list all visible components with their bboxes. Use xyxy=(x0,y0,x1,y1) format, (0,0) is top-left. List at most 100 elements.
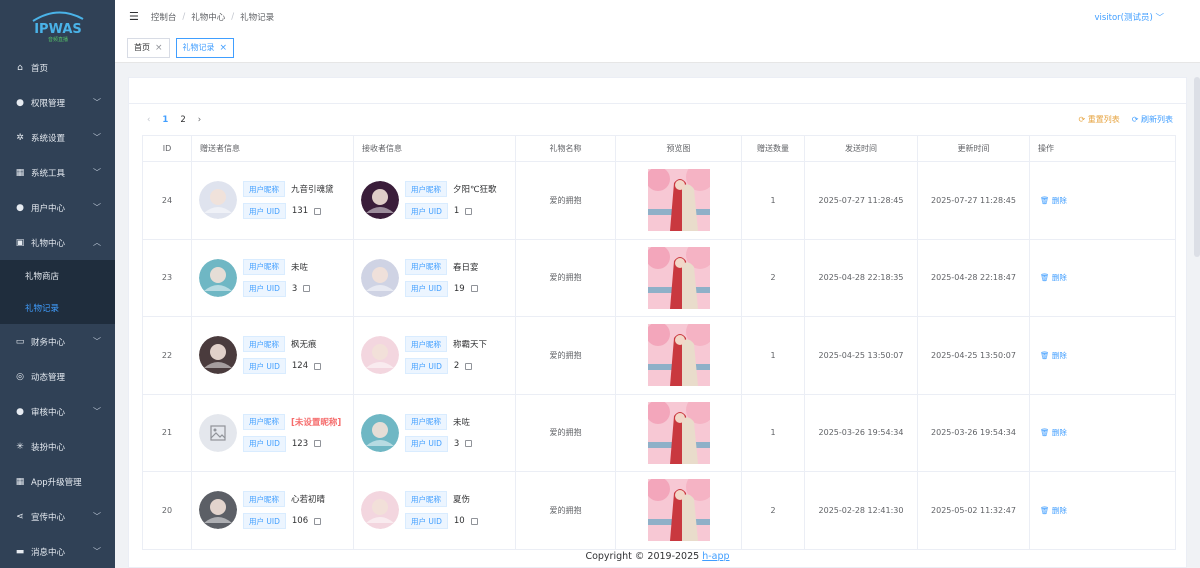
sidebar-item-dress[interactable]: ✳ 装扮中心 xyxy=(0,429,115,464)
sidebar-item-appupgrade[interactable]: ▦ App升级管理 xyxy=(0,464,115,499)
table-row: 23 用户昵称 未咗 用户 UID 3 用户昵称 春日宴 用户 UID 19 爱… xyxy=(142,238,1176,317)
sidebar-item-dynamic[interactable]: ◎ 动态管理 xyxy=(0,359,115,394)
gift-preview-image[interactable] xyxy=(647,401,710,464)
delete-button[interactable]: 🗑 删除 xyxy=(1040,196,1067,205)
delete-label: 删除 xyxy=(1051,195,1067,205)
copy-icon[interactable] xyxy=(465,440,473,448)
sidebar-item-label: 装扮中心 xyxy=(31,442,66,453)
sidebar-item-finance[interactable]: ▭ 财务中心 ﹀ xyxy=(0,324,115,359)
tag-gift-record[interactable]: 礼物记录 × xyxy=(175,37,235,58)
updated-time-cell: 2025-05-02 11:32:47 xyxy=(917,471,1030,550)
footer-link[interactable]: h-app xyxy=(702,551,729,562)
chevron-down-icon: ﹀ xyxy=(93,337,101,346)
page-number[interactable]: 1 xyxy=(162,115,168,125)
sender-cell: 用户昵称 未咗 用户 UID 3 xyxy=(191,238,354,317)
sidebar-item-msg[interactable]: ▬ 消息中心 ﹀ xyxy=(0,534,115,568)
sidebar-item-tools[interactable]: ▦ 系统工具 ﹀ xyxy=(0,155,115,190)
gift-name-cell: 爱的拥抱 xyxy=(515,316,616,395)
gift-name-cell: 爱的拥抱 xyxy=(515,161,616,240)
delete-button[interactable]: 🗑 删除 xyxy=(1040,506,1067,515)
column-header: 更新时间 xyxy=(917,135,1030,162)
sidebar-item-home[interactable]: ⌂ 首页 xyxy=(0,50,115,85)
page-number[interactable]: 2 xyxy=(180,115,185,125)
chevron-down-icon: ﹀ xyxy=(1155,13,1164,23)
uid-value: 10 xyxy=(453,516,465,527)
uid-value: 124 xyxy=(291,361,309,372)
receiver-cell: 用户昵称 夏伤 用户 UID 10 xyxy=(353,471,516,550)
gift-name-cell: 爱的拥抱 xyxy=(515,471,616,550)
navbar: ☰ 控制台 / 礼物中心 / 礼物记录 visitor(测试员) ﹀ xyxy=(115,0,1200,33)
copy-icon[interactable] xyxy=(465,362,473,370)
copyright-text: Copyright © 2019-2025 xyxy=(585,551,703,562)
hamburger-icon[interactable]: ☰ xyxy=(129,10,139,23)
user-menu[interactable]: visitor(测试员) ﹀ xyxy=(1094,11,1164,23)
breadcrumb-item[interactable]: 礼物中心 xyxy=(191,11,225,23)
gift-preview-image[interactable] xyxy=(647,479,710,542)
table-row: 22 用户昵称 枫无痕 用户 UID 124 用户昵称 称霸天下 用户 UID xyxy=(142,316,1176,395)
table-row: 21 用户昵称 [未设置昵称] 用户 UID 123 用户昵称 未咗 用户 UI… xyxy=(142,393,1176,472)
column-header: 预览图 xyxy=(615,135,742,162)
sidebar-subitem[interactable]: 礼物记录 xyxy=(0,292,115,324)
sidebar-item-label: 首页 xyxy=(31,63,49,74)
delete-button[interactable]: 🗑 删除 xyxy=(1040,428,1067,437)
prev-page-icon[interactable]: ‹ xyxy=(147,115,150,125)
tag-home[interactable]: 首页 × xyxy=(127,37,170,58)
main-area: ☰ 控制台 / 礼物中心 / 礼物记录 visitor(测试员) ﹀ 首页 × … xyxy=(115,0,1200,568)
uid-tag: 用户 UID xyxy=(405,513,448,530)
copy-icon[interactable] xyxy=(470,285,478,293)
copy-icon[interactable] xyxy=(314,207,322,215)
sidebar: IPWAS 音频直播 ⌂ 首页 ● 权限管理 ﹀ ✲ 系统设置 ﹀ ▦ 系统工具… xyxy=(0,0,115,568)
breadcrumb-separator: / xyxy=(231,11,235,22)
nickname-value: 未咗 xyxy=(453,417,471,428)
chevron-down-icon: ﹀ xyxy=(93,547,101,556)
sidebar-item-gift[interactable]: ▣ 礼物中心 ︿ xyxy=(0,225,115,260)
scrollbar[interactable] xyxy=(1194,77,1200,257)
id-cell: 24 xyxy=(142,161,192,240)
avatar xyxy=(199,181,237,220)
sidebar-item-perm[interactable]: ● 权限管理 ﹀ xyxy=(0,85,115,120)
close-icon[interactable]: × xyxy=(220,43,228,53)
copy-icon[interactable] xyxy=(314,362,322,370)
sidebar-item-review[interactable]: ● 审核中心 ﹀ xyxy=(0,394,115,429)
sidebar-item-usercenter[interactable]: ● 用户中心 ﹀ xyxy=(0,190,115,225)
close-icon[interactable]: × xyxy=(155,43,163,53)
preview-cell xyxy=(615,238,742,317)
uid-tag: 用户 UID xyxy=(243,358,286,375)
uid-tag: 用户 UID xyxy=(405,280,448,297)
nickname-value: 夏伤 xyxy=(453,495,471,506)
sender-cell: 用户昵称 九音引魂黛 用户 UID 131 xyxy=(191,161,354,240)
id-cell: 23 xyxy=(142,238,192,317)
nickname-tag: 用户昵称 xyxy=(405,413,447,430)
svg-text:IPWAS: IPWAS xyxy=(34,22,82,37)
copy-icon[interactable] xyxy=(465,207,473,215)
sidebar-item-settings[interactable]: ✲ 系统设置 ﹀ xyxy=(0,120,115,155)
uid-tag: 用户 UID xyxy=(405,203,448,220)
delete-button[interactable]: 🗑 删除 xyxy=(1040,273,1067,282)
copy-icon[interactable] xyxy=(314,440,322,448)
sidebar-item-promo[interactable]: ⋖ 宣传中心 ﹀ xyxy=(0,499,115,534)
next-page-icon[interactable]: › xyxy=(198,115,201,125)
home-icon: ⌂ xyxy=(17,62,23,73)
reset-list-button[interactable]: ⟳ 重置列表 xyxy=(1079,114,1120,125)
delete-button[interactable]: 🗑 删除 xyxy=(1040,351,1067,360)
copy-icon[interactable] xyxy=(303,285,311,293)
copy-icon[interactable] xyxy=(470,517,478,525)
nickname-value: 春日宴 xyxy=(453,262,479,273)
id-cell: 20 xyxy=(142,471,192,550)
gift-preview-image[interactable] xyxy=(647,324,710,387)
quantity-cell: 1 xyxy=(741,316,805,395)
breadcrumb-item[interactable]: 控制台 xyxy=(151,11,177,23)
delete-label: 删除 xyxy=(1051,273,1067,283)
uid-tag: 用户 UID xyxy=(243,435,286,452)
copy-icon[interactable] xyxy=(314,517,322,525)
sidebar-subitem[interactable]: 礼物商店 xyxy=(0,260,115,292)
table-row: 20 用户昵称 心若初晴 用户 UID 106 用户昵称 夏伤 用户 UID 1… xyxy=(142,471,1176,550)
receiver-cell: 用户昵称 未咗 用户 UID 3 xyxy=(353,393,516,472)
updated-time-cell: 2025-07-27 11:28:45 xyxy=(917,161,1030,240)
gift-preview-image[interactable] xyxy=(647,169,710,232)
refresh-list-button[interactable]: ⟳ 刷新列表 xyxy=(1132,114,1173,125)
trash-icon: 🗑 xyxy=(1040,505,1050,515)
sent-time-cell: 2025-02-28 12:41:30 xyxy=(804,471,918,550)
gift-preview-image[interactable] xyxy=(647,246,710,309)
sidebar-item-label: App升级管理 xyxy=(31,477,82,488)
